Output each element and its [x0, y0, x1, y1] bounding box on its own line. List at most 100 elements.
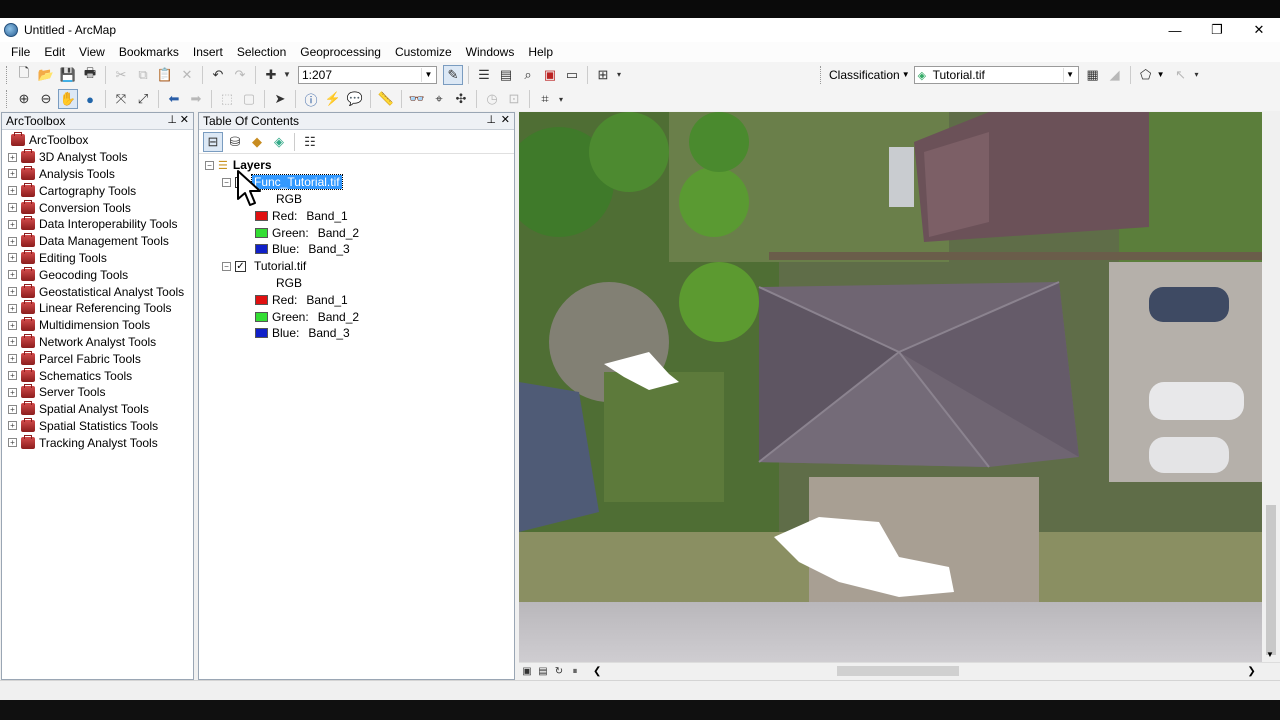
toolbox-item[interactable]: + Analysis Tools: [8, 165, 193, 183]
menu-selection[interactable]: Selection: [230, 42, 293, 62]
toolbox-item[interactable]: + Cartography Tools: [8, 182, 193, 199]
expand-icon[interactable]: +: [8, 371, 17, 381]
pause-drawing-icon[interactable]: ⏸: [568, 661, 582, 681]
collapse-icon[interactable]: −: [222, 261, 231, 271]
band-color-swatch[interactable]: [255, 311, 268, 322]
map-horizontal-scrollbar[interactable]: [605, 665, 1245, 677]
table-of-contents-icon[interactable]: ☰: [474, 65, 494, 85]
new-document-icon[interactable]: 🗋: [14, 65, 34, 85]
viewer-window-icon[interactable]: ⌗: [535, 89, 555, 109]
python-window-icon[interactable]: ▭: [562, 65, 582, 85]
band-legend-row[interactable]: Green: Band_2: [205, 308, 514, 325]
list-by-source-icon[interactable]: ⛁: [225, 132, 245, 152]
expand-icon[interactable]: +: [8, 421, 17, 431]
toolbox-item[interactable]: + Spatial Statistics Tools: [8, 417, 193, 435]
collapse-icon[interactable]: −: [222, 177, 231, 187]
toolbox-item[interactable]: + Data Interoperability Tools: [8, 216, 193, 233]
expand-icon[interactable]: +: [8, 270, 17, 280]
expand-icon[interactable]: +: [8, 287, 17, 297]
fixed-zoom-in-icon[interactable]: ⤧: [111, 89, 131, 109]
add-data-icon[interactable]: ✚: [261, 65, 281, 85]
expand-icon[interactable]: +: [8, 253, 17, 263]
menu-file[interactable]: File: [4, 42, 37, 62]
expand-icon[interactable]: +: [8, 203, 17, 213]
chevron-down-icon[interactable]: ▼: [902, 70, 910, 79]
classification-layer-combobox[interactable]: ◈ Tutorial.tif ▼: [913, 65, 1079, 84]
list-by-selection-icon[interactable]: ◈: [269, 132, 289, 152]
copy-icon[interactable]: ⧉: [133, 65, 153, 85]
undo-icon[interactable]: ↶: [208, 65, 228, 85]
toolbar-overflow-icon[interactable]: ▾: [557, 89, 565, 109]
refresh-icon[interactable]: ↻: [552, 661, 566, 681]
band-legend-row[interactable]: Red: Band_1: [205, 207, 514, 224]
chevron-down-icon[interactable]: ▼: [421, 67, 435, 82]
delete-icon[interactable]: ✕: [177, 65, 197, 85]
menu-windows[interactable]: Windows: [459, 42, 522, 62]
list-by-drawing-order-icon[interactable]: ⊟: [203, 131, 223, 152]
toc-layer-row[interactable]: − ✓ Tutorial.tif: [205, 258, 514, 275]
select-features-icon[interactable]: ⬚: [217, 89, 237, 109]
close-button[interactable]: ✕: [1238, 18, 1280, 42]
expand-icon[interactable]: +: [8, 387, 17, 397]
editor-toolbar-icon[interactable]: ✎: [443, 64, 463, 85]
toolbox-item[interactable]: + Geostatistical Analyst Tools: [8, 283, 193, 300]
find-route-icon[interactable]: ⌖: [429, 89, 449, 109]
band-color-swatch[interactable]: [255, 210, 268, 221]
toolbox-item[interactable]: + Server Tools: [8, 384, 193, 401]
redo-icon[interactable]: ↷: [230, 65, 250, 85]
expand-icon[interactable]: +: [8, 404, 17, 414]
pin-icon[interactable]: ⊥: [167, 113, 177, 126]
menu-geoprocessing[interactable]: Geoprocessing: [293, 42, 388, 62]
menu-customize[interactable]: Customize: [388, 42, 459, 62]
toolbox-item[interactable]: + Tracking Analyst Tools: [8, 434, 193, 451]
toolbox-item[interactable]: + Geocoding Tools: [8, 266, 193, 283]
arctoolbox-root[interactable]: ArcToolbox: [8, 132, 193, 149]
zoom-in-icon[interactable]: ⊕: [14, 89, 34, 109]
chevron-down-icon[interactable]: ▼: [1062, 67, 1077, 82]
arctoolbox-window-icon[interactable]: ▣: [540, 65, 560, 85]
go-to-xy-icon[interactable]: ✣: [451, 89, 471, 109]
close-panel-icon[interactable]: ✕: [501, 113, 510, 126]
scrollbar-thumb[interactable]: [837, 666, 960, 676]
chevron-down-icon[interactable]: ▼: [1157, 70, 1165, 79]
open-folder-icon[interactable]: 📂: [36, 65, 56, 85]
expand-icon[interactable]: +: [8, 236, 17, 246]
menu-view[interactable]: View: [72, 42, 112, 62]
toolbar-grip[interactable]: [6, 90, 9, 108]
print-icon[interactable]: 🖶: [80, 65, 100, 85]
expand-icon[interactable]: +: [8, 186, 17, 196]
map-vertical-scrollbar[interactable]: ▼: [1262, 112, 1280, 662]
modelbuilder-icon[interactable]: ⊞: [593, 65, 613, 85]
toolbar-grip[interactable]: [6, 65, 9, 84]
scroll-down-arrow-icon[interactable]: ▼: [1266, 650, 1274, 659]
scrollbar-thumb[interactable]: [1266, 505, 1276, 655]
layout-view-icon[interactable]: ▤: [536, 661, 550, 681]
catalog-window-icon[interactable]: ▤: [496, 65, 516, 85]
go-back-arrow-icon[interactable]: ⬅: [164, 89, 184, 109]
menu-help[interactable]: Help: [521, 42, 560, 62]
band-color-swatch[interactable]: [255, 227, 268, 238]
identify-info-icon[interactable]: ⓘ: [301, 89, 321, 109]
toolbar-overflow-icon[interactable]: ▾: [615, 65, 623, 85]
map-scale-combobox[interactable]: 1:207 ▼: [298, 65, 437, 84]
toolbar-overflow-icon[interactable]: ▾: [1193, 65, 1201, 85]
pan-hand-icon[interactable]: ✋: [58, 89, 78, 109]
toolbox-item[interactable]: + Linear Referencing Tools: [8, 300, 193, 317]
toolbox-item[interactable]: + Network Analyst Tools: [8, 333, 193, 351]
cut-icon[interactable]: ✂: [111, 65, 131, 85]
menu-edit[interactable]: Edit: [37, 42, 72, 62]
search-window-icon[interactable]: ⌕: [518, 65, 538, 85]
list-by-visibility-icon[interactable]: ◆: [247, 132, 267, 152]
add-data-dropdown-icon[interactable]: ▼: [283, 65, 291, 85]
band-legend-row[interactable]: Blue: Band_3: [205, 325, 514, 342]
toolbox-item[interactable]: + Spatial Analyst Tools: [8, 401, 193, 418]
zoom-out-icon[interactable]: ⊖: [36, 89, 56, 109]
save-icon[interactable]: 💾: [58, 65, 78, 85]
measure-icon[interactable]: 📏: [376, 89, 396, 109]
band-legend-row[interactable]: Green: Band_2: [205, 224, 514, 241]
pin-icon[interactable]: ⊥: [486, 113, 496, 126]
menu-bookmarks[interactable]: Bookmarks: [112, 42, 186, 62]
band-color-swatch[interactable]: [255, 328, 268, 339]
minimize-button[interactable]: —: [1154, 18, 1196, 42]
expand-icon[interactable]: +: [8, 219, 17, 229]
